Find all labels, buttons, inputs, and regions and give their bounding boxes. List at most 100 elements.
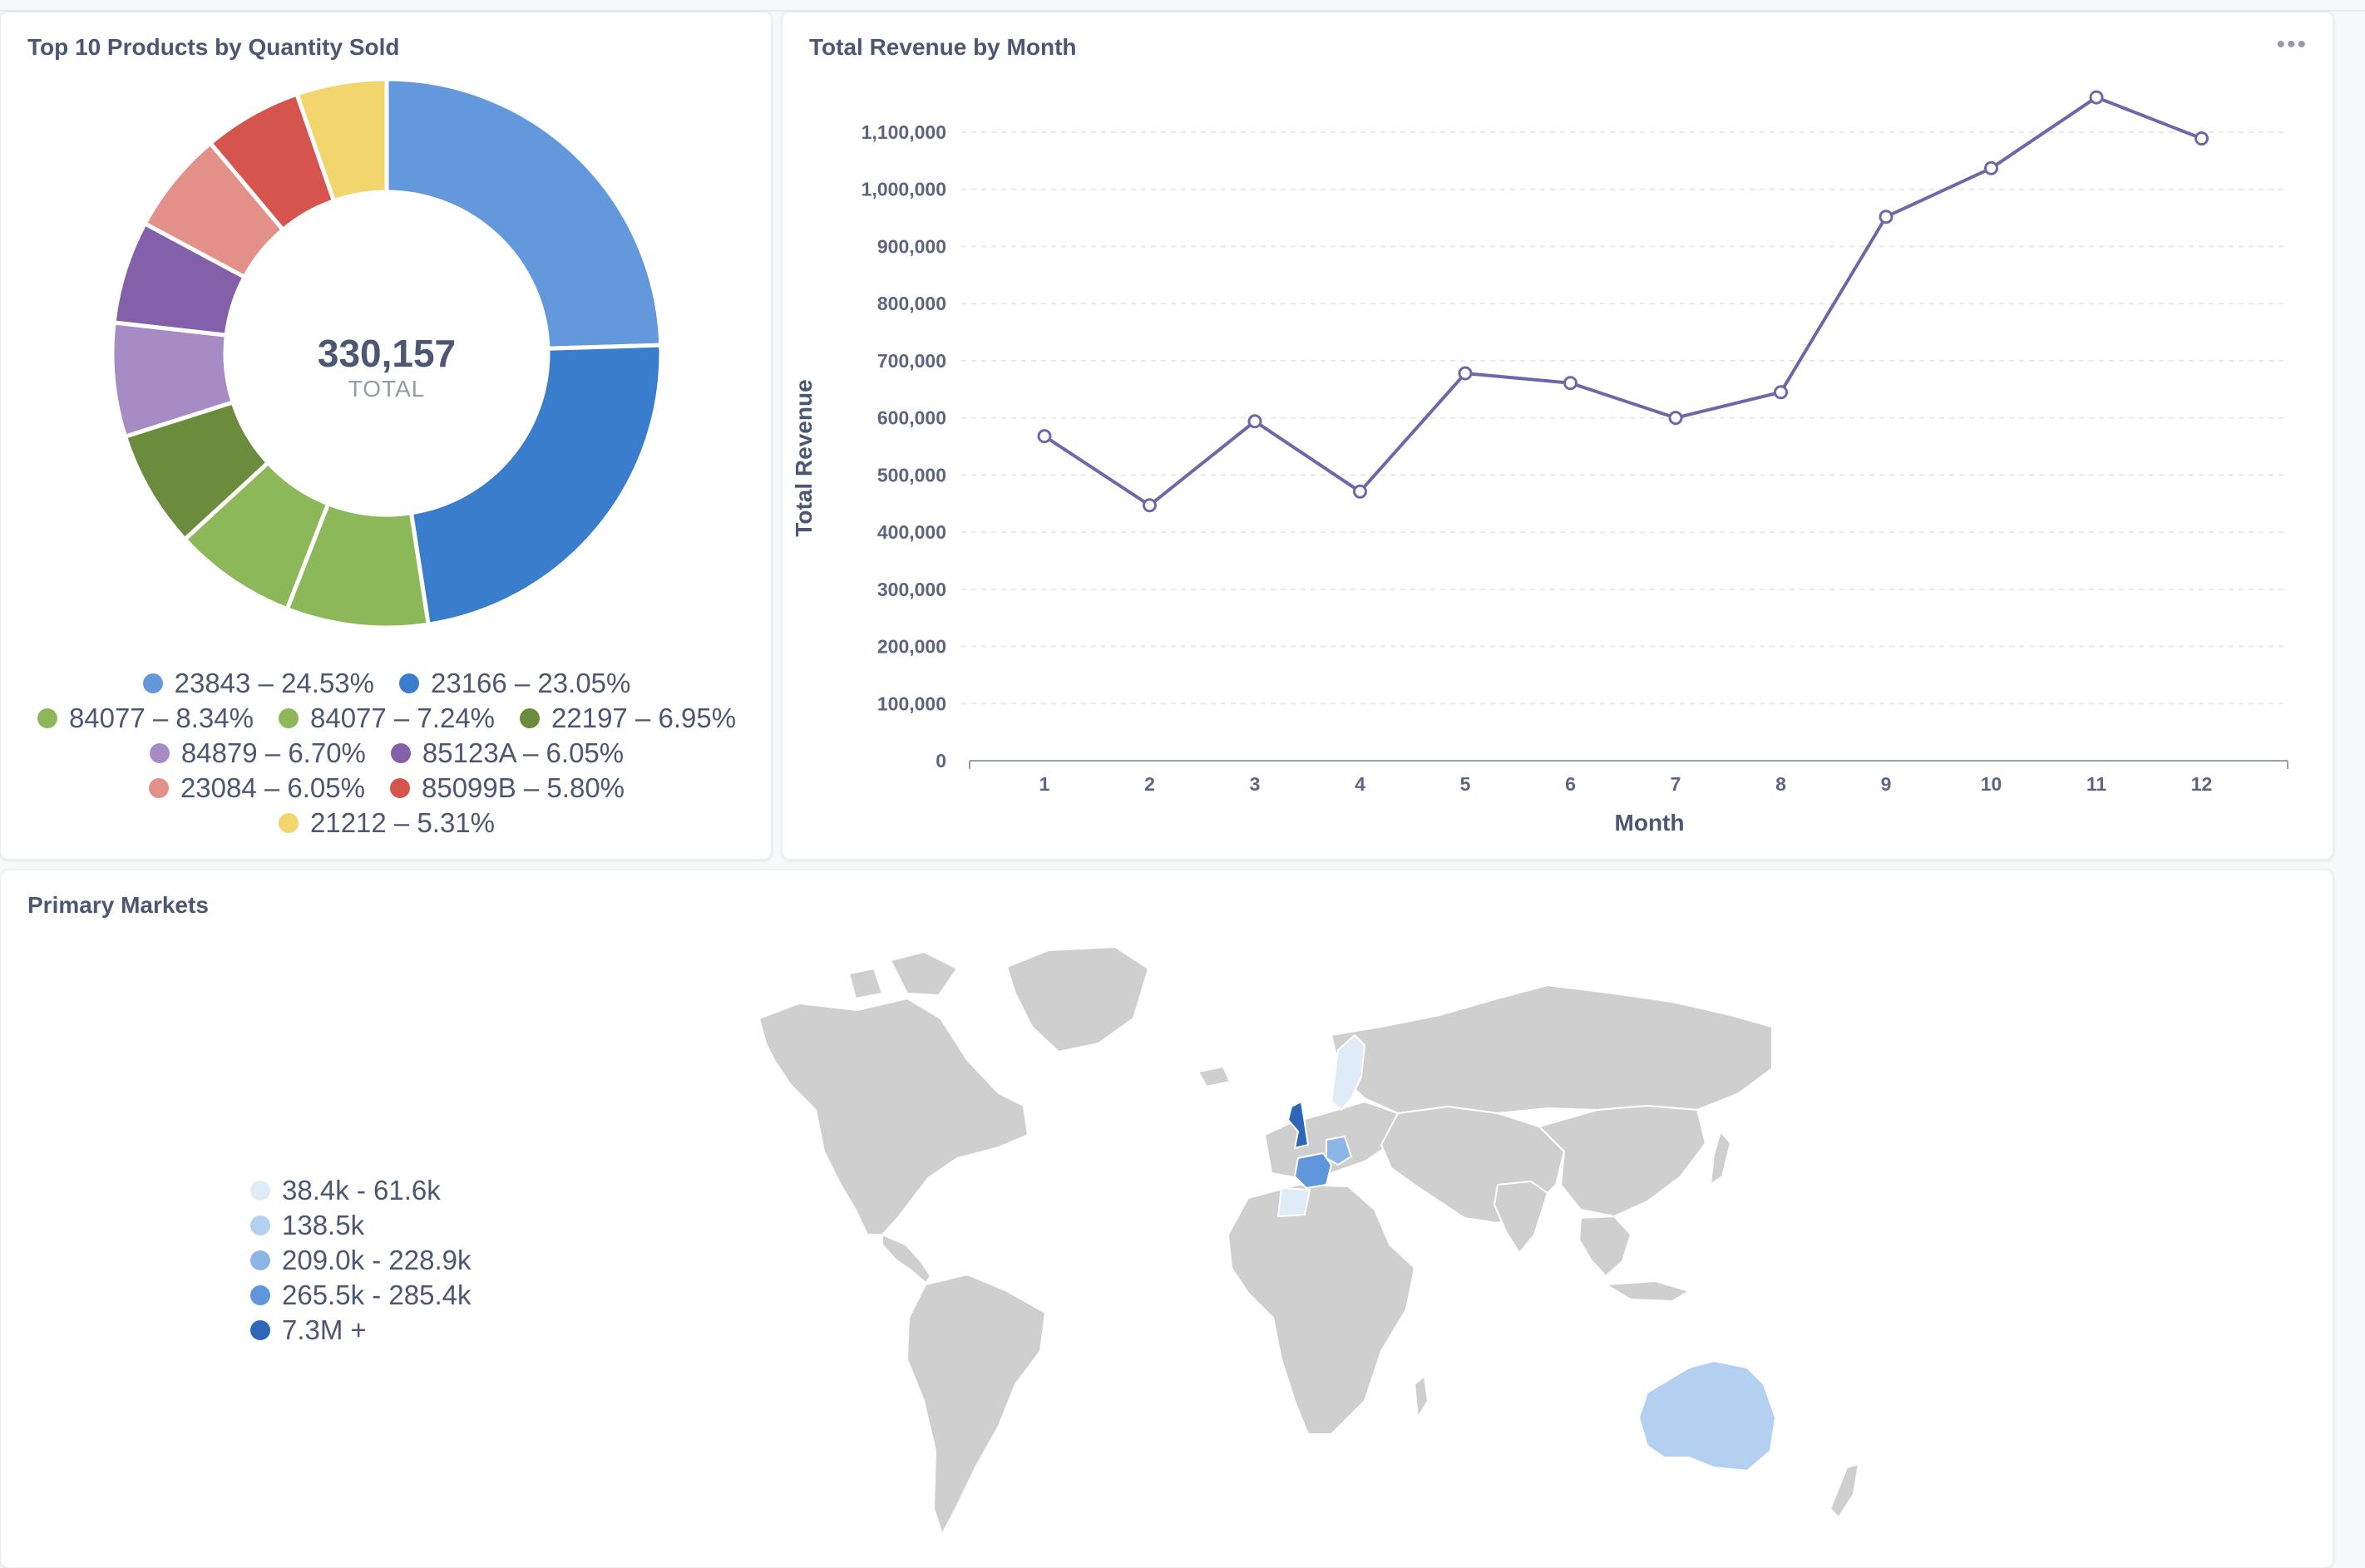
data-point[interactable] — [1247, 414, 1262, 429]
legend-label: 22197 – 6.95% — [551, 703, 737, 733]
y-tick-label: 800,000 — [877, 293, 946, 314]
map-indonesia[interactable] — [1602, 1280, 1691, 1303]
legend-item[interactable]: 85123A – 6.05% — [390, 737, 625, 769]
data-point[interactable] — [1774, 385, 1788, 400]
map-card: Primary Markets 38.4k - 61.6k 138.5k 209.0… — [0, 870, 2333, 1568]
data-point[interactable] — [1143, 498, 1157, 513]
x-tick-label: 5 — [1460, 773, 1471, 795]
legend-item[interactable]: 84879 – 6.70% — [149, 737, 366, 769]
legend-label: 84077 – 8.34% — [68, 703, 254, 733]
map-legend: 38.4k - 61.6k 138.5k 209.0k - 228.9k 265.5k… — [250, 1173, 472, 1348]
x-tick-label: 3 — [1250, 773, 1261, 795]
x-tick-label: 10 — [1981, 773, 2002, 795]
map-legend-label: 209.0k - 228.9k — [282, 1245, 472, 1275]
legend-color-dot — [390, 743, 411, 763]
legend-item[interactable]: 22197 – 6.95% — [520, 703, 736, 734]
legend-label: 84879 – 6.70% — [180, 737, 366, 768]
x-tick-label: 7 — [1671, 773, 1681, 795]
y-tick-label: 600,000 — [877, 407, 946, 429]
map-legend-label: 138.5k — [282, 1210, 365, 1240]
legend-label: 23843 – 24.53% — [174, 668, 374, 698]
legend-item[interactable]: 23843 – 24.53% — [142, 668, 374, 699]
legend-row: 84077 – 8.34% 84077 – 7.24% 22197 – 6.95% — [1, 701, 771, 736]
legend-label: 23084 – 6.05% — [180, 772, 365, 803]
donut-slice-23166[interactable] — [408, 343, 664, 628]
map-madagascar[interactable] — [1413, 1374, 1429, 1421]
map-legend-item: 265.5k - 285.4k — [250, 1278, 472, 1313]
legend-row: 84879 – 6.70% 85123A – 6.05% — [1, 736, 771, 771]
map-legend-label: 38.4k - 61.6k — [282, 1175, 441, 1206]
legend-label: 85123A – 6.05% — [422, 737, 625, 768]
map-japan[interactable] — [1709, 1129, 1732, 1187]
legend-item[interactable]: 85099B – 5.80% — [389, 772, 625, 804]
map-legend-label: 7.3M + — [282, 1314, 367, 1345]
data-point[interactable] — [2195, 131, 2209, 146]
data-point[interactable] — [2089, 90, 2104, 105]
x-tick-label: 12 — [2191, 773, 2213, 795]
revenue-line — [1043, 96, 2203, 507]
map-legend-item: 7.3M + — [250, 1313, 472, 1348]
map-legend-dot — [250, 1215, 270, 1235]
map-southeast-asia[interactable] — [1577, 1215, 1632, 1278]
legend-color-dot — [389, 778, 410, 798]
legend-color-dot — [37, 708, 57, 728]
map-south-america[interactable] — [906, 1273, 1047, 1536]
legend-color-dot — [148, 778, 169, 798]
donut-total-value: 330,157 — [318, 332, 456, 375]
legend-item[interactable]: 23084 – 6.05% — [148, 772, 365, 804]
y-tick-label: 0 — [936, 750, 946, 772]
map-central-america[interactable] — [881, 1233, 932, 1284]
map-russia[interactable] — [1330, 984, 1773, 1115]
donut-legend: 23843 – 24.53% 23166 – 23.05% 84077 – 8.34… — [1, 666, 771, 841]
y-tick-label: 900,000 — [877, 235, 946, 257]
y-tick-label: 200,000 — [877, 636, 946, 658]
map-india[interactable] — [1493, 1180, 1549, 1255]
data-point[interactable] — [1879, 210, 1893, 224]
legend-row: 23084 – 6.05% 85099B – 5.80% — [1, 771, 771, 806]
map-africa[interactable] — [1227, 1183, 1416, 1435]
legend-color-dot — [399, 673, 419, 693]
map-legend-dot — [250, 1250, 270, 1270]
legend-item[interactable]: 84077 – 7.24% — [278, 703, 496, 734]
legend-color-dot — [142, 673, 163, 693]
x-tick-label: 9 — [1881, 773, 1892, 795]
y-tick-label: 400,000 — [877, 521, 946, 543]
x-axis-label: Month — [1615, 810, 1685, 836]
legend-item[interactable]: 23166 – 23.05% — [399, 668, 630, 699]
map-new-zealand[interactable] — [1829, 1462, 1860, 1519]
x-tick-label: 11 — [2086, 773, 2107, 795]
map-north-america[interactable] — [758, 997, 1029, 1235]
legend-label: 85099B – 5.80% — [421, 772, 625, 803]
y-tick-label: 300,000 — [877, 579, 946, 600]
y-tick-label: 700,000 — [877, 350, 946, 372]
data-point[interactable] — [1037, 429, 1052, 444]
data-point[interactable] — [1563, 376, 1577, 391]
x-tick-label: 4 — [1355, 773, 1365, 795]
data-point[interactable] — [1668, 411, 1683, 426]
map-arctic-island-2[interactable] — [847, 967, 884, 1000]
map-east-asia[interactable] — [1538, 1104, 1707, 1218]
map-iceland[interactable] — [1197, 1065, 1232, 1088]
y-tick-label: 500,000 — [877, 464, 946, 486]
donut-slice-23843[interactable] — [384, 76, 664, 351]
map-arctic-islands[interactable] — [889, 950, 959, 997]
legend-item[interactable]: 84077 – 8.34% — [37, 703, 254, 734]
legend-row: 23843 – 24.53% 23166 – 23.05% — [1, 666, 771, 701]
map-legend-dot — [250, 1285, 270, 1305]
legend-label: 84077 – 7.24% — [309, 703, 496, 733]
donut-chart: 330,157 TOTAL — [110, 76, 664, 630]
line-chart: 0 100,000 200,000 300,000 400,000 500,000 600,… — [791, 90, 2288, 836]
data-point[interactable] — [1984, 160, 1998, 175]
map-spain[interactable] — [1276, 1186, 1311, 1218]
y-tick-label: 1,000,000 — [862, 179, 946, 200]
data-point[interactable] — [1458, 366, 1473, 381]
map-australia[interactable] — [1637, 1359, 1777, 1472]
data-point[interactable] — [1353, 484, 1367, 499]
donut-total-label: TOTAL — [348, 376, 426, 402]
x-tick-label: 1 — [1039, 773, 1050, 795]
map-greenland[interactable] — [1005, 945, 1150, 1053]
y-tick-label: 100,000 — [877, 693, 946, 714]
x-tick-label: 8 — [1775, 773, 1786, 795]
map-card-title[interactable]: Primary Markets — [27, 892, 209, 919]
legend-item[interactable]: 21212 – 5.31% — [278, 807, 495, 839]
